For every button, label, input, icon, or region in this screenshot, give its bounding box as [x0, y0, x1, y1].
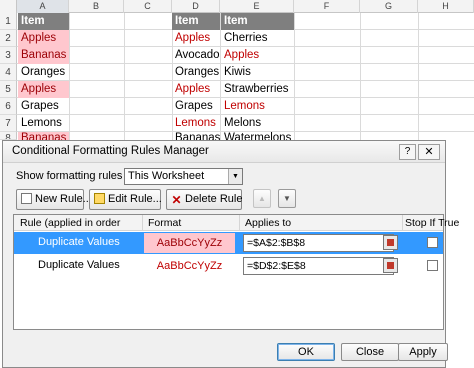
rule-row-2[interactable]: Duplicate Values AaBbCcYyZz =$D$2:$E$8 — [14, 255, 443, 277]
apply-button[interactable]: Apply — [398, 343, 448, 361]
cell-a7[interactable]: Lemons — [18, 115, 69, 132]
gridline — [294, 13, 295, 140]
edit-rule-label: Edit Rule... — [108, 193, 162, 205]
range-select-icon[interactable] — [383, 258, 398, 273]
worksheet: A B C D E F G H 1 2 3 4 5 6 7 8 Item App… — [0, 0, 474, 140]
cell-d2[interactable]: Apples — [172, 30, 220, 47]
applies-to-field[interactable]: =$A$2:$B$8 — [243, 234, 394, 252]
cell-e3[interactable]: Apples — [221, 47, 294, 64]
column-header-d[interactable]: D — [172, 0, 220, 13]
new-rule-button[interactable]: New Rule... — [16, 189, 92, 210]
stop-if-true-checkbox[interactable] — [427, 260, 438, 271]
cell-d1[interactable]: Item — [172, 13, 220, 30]
select-all-corner[interactable] — [0, 0, 17, 13]
rule-name: Duplicate Values — [38, 259, 120, 271]
show-rules-dropdown[interactable]: This Worksheet ▼ — [124, 168, 243, 185]
rules-list: Rule (applied in order shown) Format App… — [13, 214, 460, 330]
move-down-button[interactable]: ▼ — [278, 189, 296, 208]
col-header-stop: Stop If True — [403, 215, 460, 231]
cell-a1[interactable]: Item — [18, 13, 69, 30]
gridline — [360, 13, 361, 140]
cell-a6[interactable]: Grapes — [18, 98, 69, 115]
cell-d8[interactable]: Bananas — [172, 132, 220, 140]
column-header-f[interactable]: F — [294, 0, 360, 13]
stop-if-true-checkbox[interactable] — [427, 237, 438, 248]
col-header-format: Format — [143, 215, 240, 231]
gridline — [418, 13, 419, 140]
range-select-icon[interactable] — [383, 235, 398, 250]
show-rules-value: This Worksheet — [128, 170, 205, 182]
row-header-8[interactable]: 8 — [0, 132, 17, 140]
cell-a3[interactable]: Bananas — [18, 47, 69, 64]
move-up-button[interactable]: ▲ — [253, 189, 271, 208]
cell-e5[interactable]: Strawberries — [221, 81, 294, 98]
cell-e7[interactable]: Melons — [221, 115, 294, 132]
format-preview: AaBbCcYyZz — [144, 233, 235, 253]
cell-e1[interactable]: Item — [221, 13, 294, 30]
column-header-h[interactable]: H — [418, 0, 474, 13]
row-header-1[interactable]: 1 — [0, 13, 17, 30]
dropdown-arrow-icon[interactable]: ▼ — [228, 169, 242, 184]
close-x-button[interactable]: ✕ — [418, 144, 440, 160]
cell-a2[interactable]: Apples — [18, 30, 69, 47]
row-header-4[interactable]: 4 — [0, 64, 17, 81]
column-header-c[interactable]: C — [124, 0, 172, 13]
cell-e8[interactable]: Watermelons — [221, 132, 294, 140]
edit-rule-icon — [94, 193, 105, 204]
col-header-applies: Applies to — [240, 215, 403, 231]
dialog-title: Conditional Formatting Rules Manager — [12, 145, 209, 157]
delete-x-icon: ✕ — [171, 193, 182, 207]
delete-rule-label: Delete Rule — [185, 193, 243, 205]
column-header-b[interactable]: B — [69, 0, 124, 13]
new-rule-label: New Rule... — [35, 193, 92, 205]
row-header-6[interactable]: 6 — [0, 98, 17, 115]
cell-a8[interactable]: Bananas — [18, 132, 69, 140]
delete-rule-button[interactable]: ✕ Delete Rule — [166, 189, 242, 210]
column-header-a[interactable]: A — [17, 0, 69, 13]
conditional-formatting-dialog: Conditional Formatting Rules Manager ? ✕… — [2, 140, 460, 368]
col-header-rule: Rule (applied in order shown) — [14, 215, 143, 245]
ok-button[interactable]: OK — [277, 343, 335, 361]
cell-a4[interactable]: Oranges — [18, 64, 69, 81]
column-header-e[interactable]: E — [220, 0, 294, 13]
format-preview: AaBbCcYyZz — [156, 260, 223, 272]
rule-name: Duplicate Values — [38, 236, 120, 248]
rule-row-1[interactable]: Duplicate Values AaBbCcYyZz =$A$2:$B$8 — [14, 232, 443, 254]
cell-d6[interactable]: Grapes — [172, 98, 220, 115]
cell-d3[interactable]: Avocados — [172, 47, 220, 64]
cell-e4[interactable]: Kiwis — [221, 64, 294, 81]
row-header-2[interactable]: 2 — [0, 30, 17, 47]
cell-d4[interactable]: Oranges — [172, 64, 220, 81]
column-header-g[interactable]: G — [360, 0, 418, 13]
row-header-5[interactable]: 5 — [0, 81, 17, 98]
applies-to-field[interactable]: =$D$2:$E$8 — [243, 257, 394, 275]
cell-a5[interactable]: Apples — [18, 81, 69, 98]
gridline — [124, 13, 125, 140]
cell-d5[interactable]: Apples — [172, 81, 220, 98]
edit-rule-button[interactable]: Edit Rule... — [89, 189, 162, 210]
close-button[interactable]: Close — [341, 343, 399, 361]
new-rule-icon — [21, 193, 32, 204]
row-header-7[interactable]: 7 — [0, 115, 17, 132]
cell-d7[interactable]: Lemons — [172, 115, 220, 132]
gridline — [69, 13, 70, 140]
show-rules-label: Show formatting rules for: — [16, 170, 142, 182]
cell-e2[interactable]: Cherries — [221, 30, 294, 47]
row-header-3[interactable]: 3 — [0, 47, 17, 64]
dialog-titlebar[interactable]: Conditional Formatting Rules Manager ? ✕ — [3, 141, 445, 163]
cell-e6[interactable]: Lemons — [221, 98, 294, 115]
help-button[interactable]: ? — [399, 144, 416, 160]
